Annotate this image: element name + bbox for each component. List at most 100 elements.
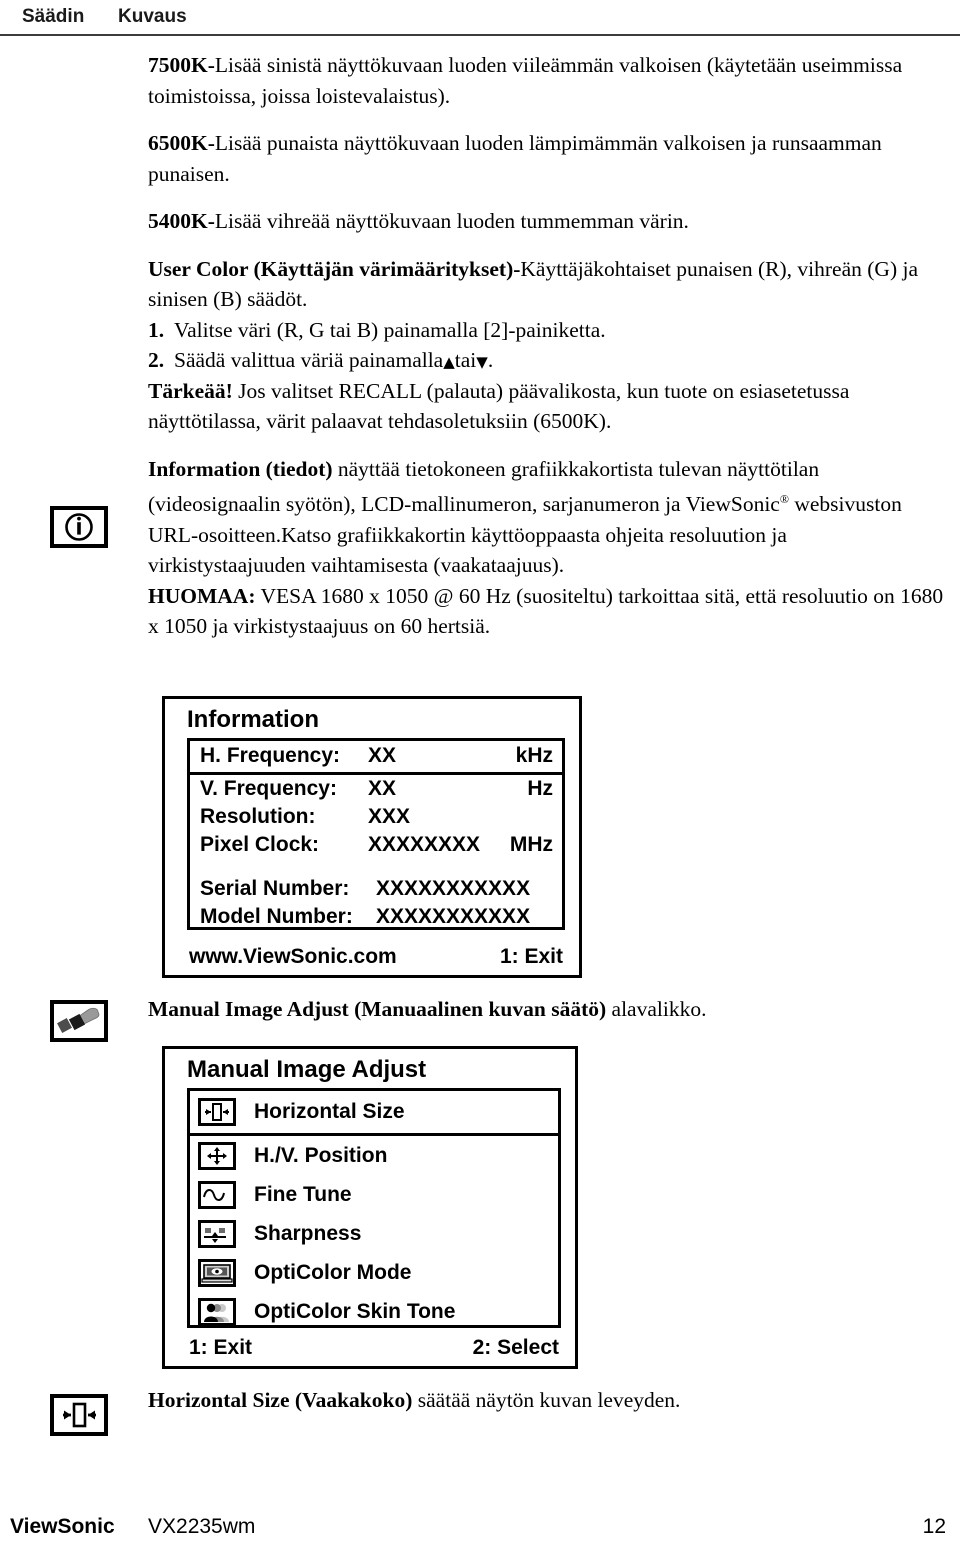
info-row-serial-number[interactable]: Serial Number: XXXXXXXXXXX — [190, 874, 562, 902]
info-row-unit: Hz — [527, 777, 553, 800]
menu-item-label: OptiColor Skin Tone — [254, 1299, 456, 1323]
menu-item-sharpness[interactable]: Sharpness — [190, 1214, 558, 1253]
step-1-text: Valitse väri (R, G tai B) painamalla [2]… — [174, 317, 606, 342]
step-2-text-c: . — [487, 348, 494, 372]
text-tarkeaa: Jos valitset RECALL (palauta) päävalikos… — [148, 378, 850, 434]
manual-image-adjust-menu-list: Horizontal Size H./V. Position Fine Tune… — [187, 1088, 561, 1328]
info-row-value: XXXXXXXX — [368, 833, 481, 856]
label-7500k: 7500K- — [148, 53, 215, 77]
information-osd-title: Information — [187, 706, 319, 733]
horizontal-size-icon — [50, 1394, 108, 1436]
info-row-h-frequency[interactable]: H. Frequency: XX kHz — [190, 741, 562, 775]
info-row-pixel-clock[interactable]: Pixel Clock: XXXXXXXX MHz — [190, 830, 562, 858]
wrench-tool-icon — [50, 1000, 108, 1042]
text-manual-image-adjust: alavalikko. — [606, 997, 707, 1021]
step-2-text-a: Säädä valittua väriä painamalla — [174, 348, 444, 372]
information-osd-footer: www.ViewSonic.com 1: Exit — [187, 945, 565, 971]
menu-item-label: Fine Tune — [254, 1182, 352, 1206]
triangle-down-icon: ▼ — [476, 353, 488, 371]
text-7500k: Lisää sinistä näyttökuvaan luoden viileä… — [148, 53, 903, 108]
step-2-text-b: tai — [454, 348, 477, 372]
menu-item-fine-tune[interactable]: Fine Tune — [190, 1175, 558, 1214]
triangle-up-icon: ▲ — [443, 353, 455, 371]
select-hint-label[interactable]: 2: Select — [473, 1336, 559, 1360]
opticolor-mode-icon — [198, 1258, 236, 1287]
footer-page-number: 12 — [922, 1515, 946, 1538]
info-row-resolution[interactable]: Resolution: XXX — [190, 802, 562, 830]
info-row-label: Model Number: — [200, 905, 353, 928]
info-row-label: Serial Number: — [200, 877, 350, 900]
menu-item-horizontal-size[interactable]: Horizontal Size — [190, 1091, 558, 1136]
caption-horizontal-size: Horizontal Size (Vaakakoko) säätää näytö… — [148, 1385, 948, 1416]
info-row-unit: MHz — [509, 833, 553, 856]
text-huomaa: VESA 1680 x 1050 @ 60 Hz (suositeltu) ta… — [148, 583, 944, 639]
label-huomaa: HUOMAA: — [148, 583, 256, 608]
paragraph-7500k: 7500K-Lisää sinistä näyttökuvaan luoden … — [148, 50, 948, 111]
label-manual-image-adjust: Manual Image Adjust (Manuaalinen kuvan s… — [148, 997, 607, 1021]
information-icon — [50, 506, 108, 548]
registered-trademark-symbol: ® — [779, 492, 789, 506]
paragraph-information: Information (tiedot) näyttää tietokoneen… — [148, 454, 948, 581]
menu-item-opticolor-mode[interactable]: OptiColor Mode — [190, 1253, 558, 1292]
horizontal-size-icon — [198, 1098, 236, 1126]
step-1-number: 1. — [148, 317, 165, 342]
label-6500k: 6500K- — [148, 131, 215, 155]
menu-item-label: Sharpness — [254, 1221, 362, 1245]
info-row-value: XX — [368, 777, 397, 800]
opticolor-skin-tone-icon — [198, 1297, 236, 1326]
paragraph-user-color: User Color (Käyttäjän värimääritykset)-K… — [148, 254, 948, 315]
info-row-label: Pixel Clock: — [200, 833, 320, 856]
menu-item-hv-position[interactable]: H./V. Position — [190, 1136, 558, 1175]
info-row-model-number[interactable]: Model Number: XXXXXXXXXXX — [190, 902, 562, 930]
header-column-control: Säädin — [22, 6, 85, 27]
paragraph-tarkeaa: Tärkeää! Jos valitset RECALL (palauta) p… — [148, 376, 948, 437]
exit-hint-label[interactable]: 1: Exit — [189, 1336, 252, 1360]
label-tarkeaa: Tärkeää! — [148, 378, 233, 403]
footer-brand: ViewSonic — [10, 1515, 115, 1538]
step-2: 2. Säädä valittua väriä painamalla▲tai▼. — [148, 345, 948, 376]
step-2-number: 2. — [148, 348, 165, 372]
exit-hint-label[interactable]: 1: Exit — [500, 945, 563, 969]
info-row-v-frequency[interactable]: V. Frequency: XX Hz — [190, 774, 562, 802]
text-horizontal-size: säätää näytön kuvan leveyden. — [412, 1388, 681, 1412]
info-row-label: H. Frequency: — [200, 744, 341, 767]
header-column-description: Kuvaus — [118, 6, 187, 27]
body-text-column: 7500K-Lisää sinistä näyttökuvaan luoden … — [148, 50, 948, 642]
manual-image-adjust-osd-title: Manual Image Adjust — [187, 1056, 427, 1083]
sharpness-icon — [198, 1219, 236, 1248]
info-row-value: XXX — [368, 805, 411, 828]
info-row-label: Resolution: — [200, 805, 316, 828]
menu-item-label: H./V. Position — [254, 1143, 388, 1167]
info-row-value: XXXXXXXXXXX — [376, 877, 531, 900]
label-5400k: 5400K- — [148, 209, 215, 233]
label-user-color: User Color (Käyttäjän värimääritykset)- — [148, 256, 521, 281]
viewsonic-website-label: www.ViewSonic.com — [189, 945, 397, 968]
text-6500k: Lisää punaista näyttökuvaan luoden lämpi… — [148, 131, 882, 186]
info-row-unit: kHz — [515, 744, 553, 767]
manual-image-adjust-osd-panel: Manual Image Adjust Horizontal Size H./V… — [162, 1046, 578, 1369]
info-row-value: XXXXXXXXXXX — [376, 905, 531, 928]
page-footer: ViewSonic VX2235wm 12 — [0, 1515, 960, 1545]
information-osd-panel: Information H. Frequency: XX kHz V. Freq… — [162, 696, 582, 978]
fine-tune-icon — [198, 1180, 236, 1209]
text-5400k: Lisää vihreää näyttökuvaan luoden tummem… — [214, 209, 689, 233]
info-row-value: XX — [368, 744, 397, 767]
menu-item-label: Horizontal Size — [254, 1100, 405, 1123]
menu-item-label: OptiColor Mode — [254, 1260, 412, 1284]
menu-item-opticolor-skin-tone[interactable]: OptiColor Skin Tone — [190, 1292, 558, 1331]
paragraph-huomaa: HUOMAA: VESA 1680 x 1050 @ 60 Hz (suosit… — [148, 581, 948, 642]
paragraph-5400k: 5400K-Lisää vihreää näyttökuvaan luoden … — [148, 206, 948, 237]
user-color-steps: 1. Valitse väri (R, G tai B) painamalla [… — [148, 315, 948, 376]
label-information: Information (tiedot) — [148, 456, 333, 481]
manual-image-adjust-osd-footer: 1: Exit 2: Select — [187, 1336, 561, 1362]
step-1: 1. Valitse väri (R, G tai B) painamalla [… — [148, 315, 948, 346]
page-header: Säädin Kuvaus — [0, 6, 960, 36]
caption-manual-image-adjust: Manual Image Adjust (Manuaalinen kuvan s… — [148, 994, 948, 1025]
information-osd-table: H. Frequency: XX kHz V. Frequency: XX Hz… — [187, 738, 565, 930]
paragraph-6500k: 6500K-Lisää punaista näyttökuvaan luoden… — [148, 128, 948, 189]
info-row-label: V. Frequency: — [200, 777, 337, 800]
label-horizontal-size: Horizontal Size (Vaakakoko) — [148, 1388, 413, 1412]
hv-position-icon — [198, 1141, 236, 1170]
footer-model: VX2235wm — [148, 1515, 256, 1538]
header-divider — [0, 34, 960, 36]
